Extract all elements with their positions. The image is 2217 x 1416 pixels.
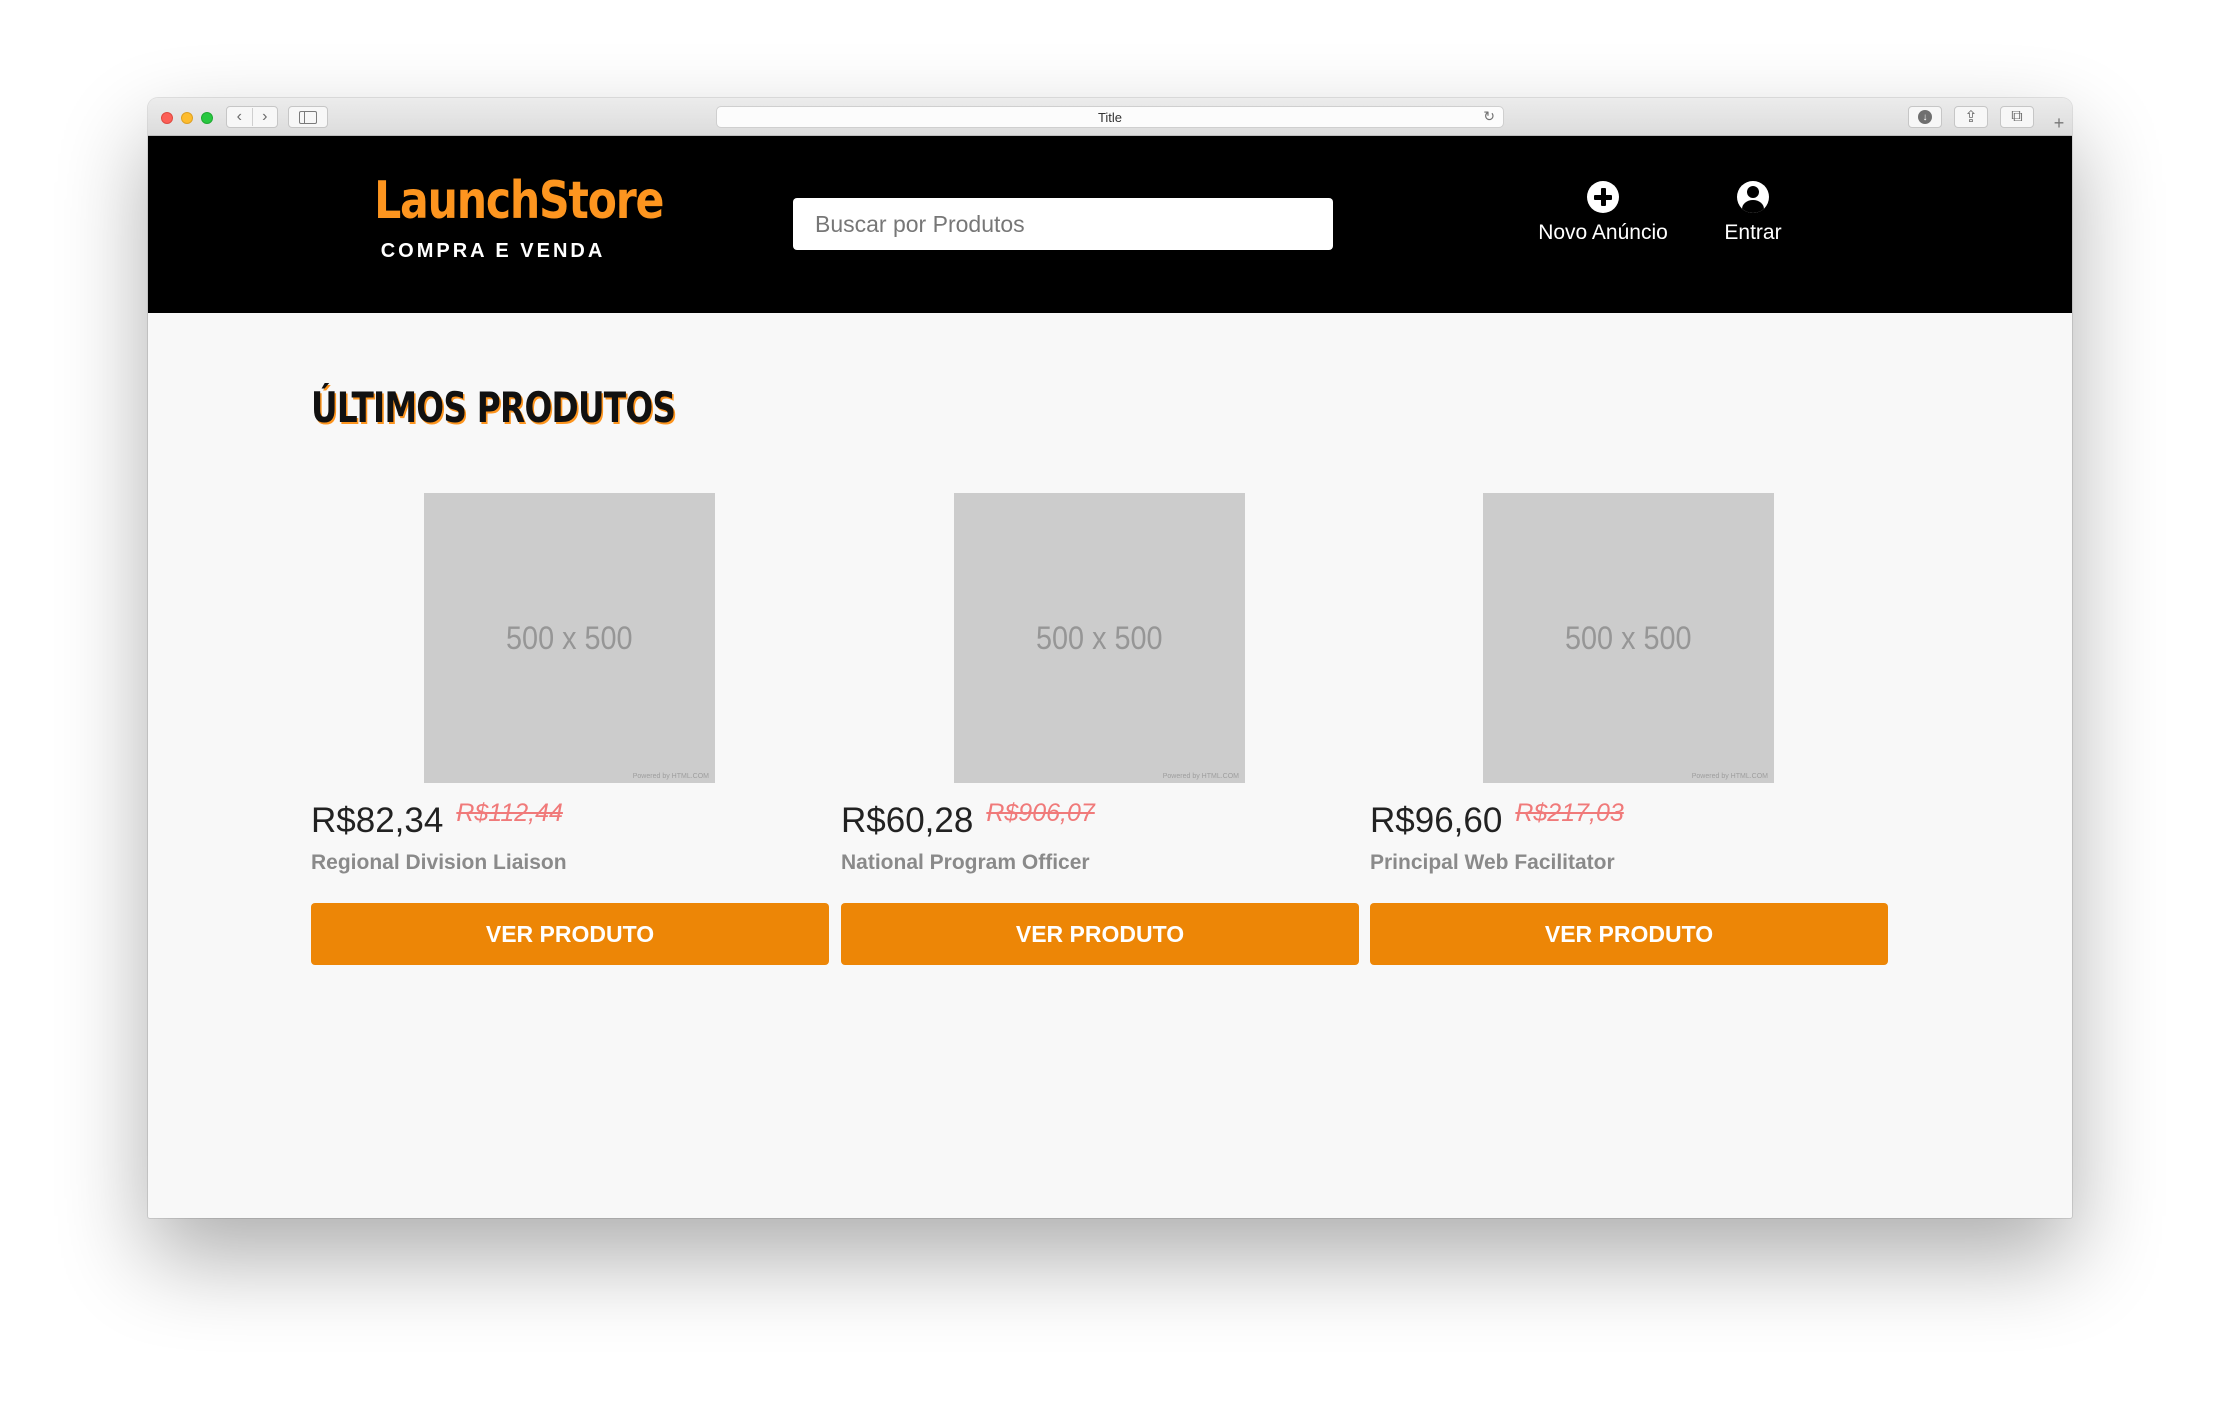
price-row: R$60,28 R$906,07 [841, 799, 1359, 841]
image-credit: Powered by HTML.COM [632, 773, 709, 780]
downloads-button[interactable]: ↓ [1908, 106, 1942, 128]
section-title: ÚLTIMOS PRODUTOS [311, 383, 676, 432]
download-icon: ↓ [1918, 110, 1932, 124]
view-product-button[interactable]: VER PRODUTO [311, 903, 829, 965]
product-image[interactable]: 500 x 500 Powered by HTML.COM [954, 493, 1245, 783]
image-placeholder-label: 500 x 500 [1565, 619, 1692, 656]
back-chevron-icon[interactable]: ‹ [227, 108, 252, 126]
login-label: Entrar [1724, 221, 1782, 244]
forward-chevron-icon[interactable]: › [251, 108, 278, 126]
product-card: 500 x 500 Powered by HTML.COM R$82,34 R$… [311, 493, 829, 965]
site-header: LaunchStore COMPRA E VENDA Novo Anúncio … [148, 136, 2072, 313]
image-credit: Powered by HTML.COM [1162, 773, 1239, 780]
product-name[interactable]: Principal Web Facilitator [1370, 851, 1888, 875]
product-old-price: R$906,07 [986, 799, 1095, 827]
logo-subtitle: COMPRA E VENDA [380, 240, 606, 262]
search-input[interactable] [793, 198, 1333, 250]
price-row: R$82,34 R$112,44 [311, 799, 829, 841]
new-listing-link[interactable]: Novo Anúncio [1518, 181, 1688, 245]
product-card: 500 x 500 Powered by HTML.COM R$60,28 R$… [841, 493, 1359, 965]
product-image[interactable]: 500 x 500 Powered by HTML.COM [1483, 493, 1774, 783]
reload-icon[interactable]: ↻ [1483, 108, 1495, 125]
user-circle-icon [1737, 181, 1769, 213]
image-credit: Powered by HTML.COM [1691, 773, 1768, 780]
product-old-price: R$112,44 [456, 799, 563, 827]
share-icon: ⇪ [1964, 109, 1978, 126]
browser-window: ‹ › Title ↻ ↓ ⇪ ⧉ + LaunchStore COMPRA E… [148, 98, 2072, 1218]
product-name[interactable]: Regional Division Liaison [311, 851, 829, 875]
logo-title: LaunchStore [374, 171, 664, 231]
zoom-window-button[interactable] [201, 112, 213, 124]
tab-overview-button[interactable]: ⧉ [2000, 106, 2034, 128]
view-product-button[interactable]: VER PRODUTO [1370, 903, 1888, 965]
login-link[interactable]: Entrar [1708, 181, 1798, 245]
sidebar-toggle-button[interactable] [288, 106, 328, 128]
browser-toolbar: ‹ › Title ↻ ↓ ⇪ ⧉ + [148, 98, 2072, 136]
minimize-window-button[interactable] [181, 112, 193, 124]
product-old-price: R$217,03 [1515, 799, 1624, 827]
new-tab-button[interactable]: + [2048, 112, 2070, 134]
plus-circle-icon [1587, 181, 1619, 213]
tabs-icon: ⧉ [2011, 108, 2023, 125]
close-window-button[interactable] [161, 112, 173, 124]
new-listing-label: Novo Anúncio [1538, 221, 1668, 244]
address-bar[interactable]: Title ↻ [716, 106, 1504, 128]
product-image[interactable]: 500 x 500 Powered by HTML.COM [424, 493, 715, 783]
share-button[interactable]: ⇪ [1954, 106, 1988, 128]
history-nav: ‹ › [226, 106, 278, 128]
product-price: R$60,28 [841, 801, 974, 840]
view-product-button[interactable]: VER PRODUTO [841, 903, 1359, 965]
image-placeholder-label: 500 x 500 [506, 619, 633, 656]
price-row: R$96,60 R$217,03 [1370, 799, 1888, 841]
product-price: R$82,34 [311, 801, 444, 840]
product-card: 500 x 500 Powered by HTML.COM R$96,60 R$… [1370, 493, 1888, 965]
product-price: R$96,60 [1370, 801, 1503, 840]
image-placeholder-label: 500 x 500 [1036, 619, 1163, 656]
product-name[interactable]: National Program Officer [841, 851, 1359, 875]
sidebar-icon [299, 110, 317, 124]
page-title: Title [1097, 109, 1123, 125]
